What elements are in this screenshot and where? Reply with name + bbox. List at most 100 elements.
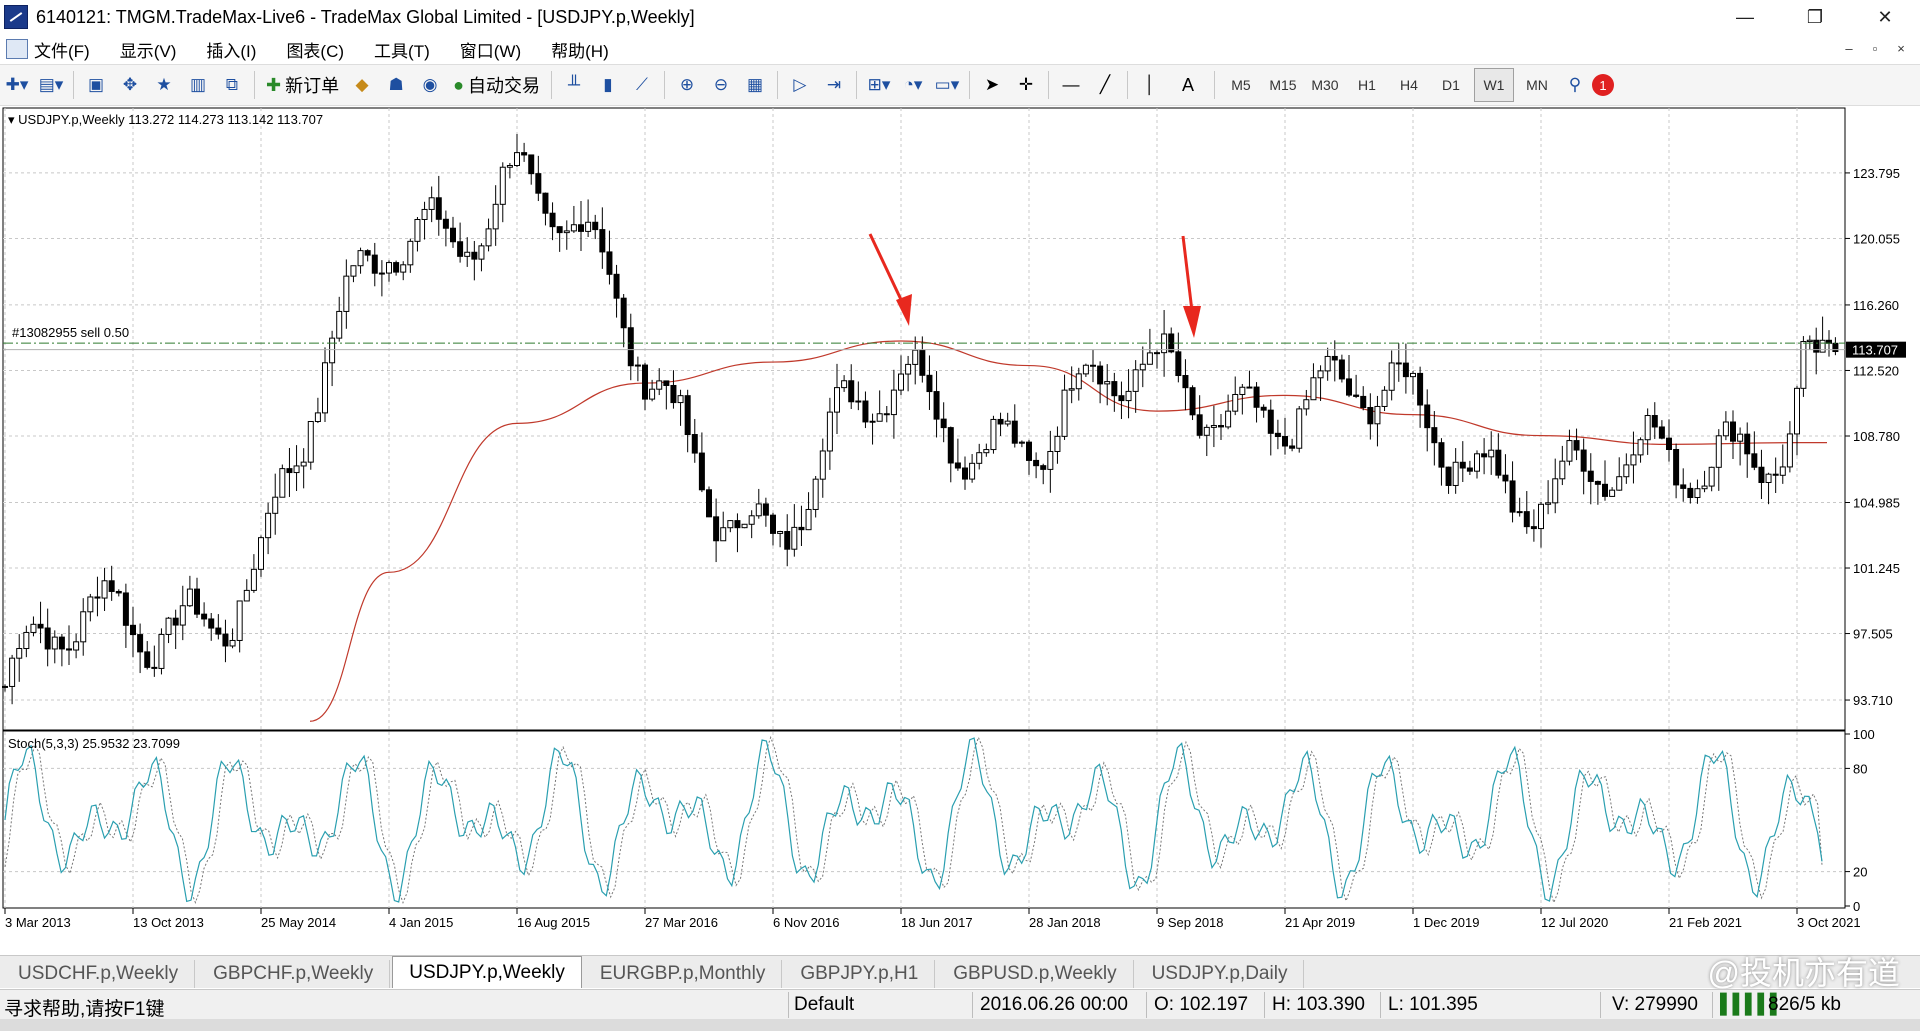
data-window-icon[interactable]: ✥ [115,69,145,101]
candle-body [1474,453,1480,472]
tab-usdchf-weekly[interactable]: USDCHF.p,Weekly [2,960,196,988]
search-icon[interactable]: ⚲ [1560,69,1590,101]
timeframe-w1[interactable]: W1 [1473,68,1514,102]
indicators-icon[interactable]: ⊞▾ [864,69,894,101]
timeframe-mn[interactable]: MN [1518,69,1556,101]
candle-body [791,526,798,550]
menu-view[interactable]: 显示(V) [120,37,177,62]
candle-body [1530,526,1537,530]
candle-body [1296,408,1303,449]
bar-chart-icon[interactable]: ╨ [559,69,589,101]
cursor-icon[interactable]: ➤ [977,69,1007,101]
tab-gbpchf-weekly[interactable]: GBPCHF.p,Weekly [197,960,391,988]
price-pane [2,107,1846,731]
candle-body [1011,420,1018,444]
close-button[interactable]: ✕ [1850,0,1920,34]
trendline-icon[interactable]: ╱ [1090,69,1120,101]
line-chart-icon[interactable]: ⟋ [627,69,657,101]
menu-charts[interactable]: 图表(C) [286,37,344,62]
chart-shift-icon[interactable]: ⇥ [819,69,849,101]
candle-body [1282,436,1288,447]
tab-eurgbp-monthly[interactable]: EURGBP.p,Monthly [584,960,783,988]
candle-body [1104,381,1111,385]
candle-body [115,590,122,594]
chart-svg[interactable]: 123.795 120.055 116.260 112.520 108.780 104.9… [0,106,1920,958]
tile-windows-icon[interactable]: ▦ [740,69,770,101]
candle-body [634,364,641,367]
new-order-button[interactable]: ✚ 新订单 [262,69,343,101]
zoom-in-icon[interactable]: ⊕ [672,69,702,101]
collapse-icon[interactable]: ▾ [8,112,18,127]
mdi-close-button[interactable]: × [1888,38,1914,60]
auto-trading-button[interactable]: ● 自动交易 [449,69,544,101]
candle-body [236,600,243,641]
candle-body [194,588,200,615]
metaeditor-icon[interactable]: ◆ [347,69,377,101]
candle-body [1246,386,1253,389]
tab-usdjpy-daily[interactable]: USDJPY.p,Daily [1136,960,1305,988]
candle-body [1417,372,1424,406]
stoch-pane [2,730,1846,909]
candle-body [1189,387,1196,416]
notification-badge[interactable]: 1 [1591,74,1614,96]
templates-icon[interactable]: ▭▾ [932,69,962,101]
chart-area[interactable]: 123.795 120.055 116.260 112.520 108.780 104.9… [0,106,1920,958]
menu-insert[interactable]: 插入(I) [206,37,256,62]
price-tick-label: 120.055 [1853,231,1900,246]
candle-body [855,400,862,403]
navigator-icon[interactable]: ★ [149,69,179,101]
candle-body [1832,342,1839,353]
mdi-restore-button[interactable]: ▫ [1862,38,1888,60]
candle-body [1694,488,1701,498]
candle-body [876,413,883,422]
auto-scroll-icon[interactable]: ▷ [785,69,815,101]
crosshair-icon[interactable]: ✛ [1011,69,1041,101]
toolbar-separator [254,71,255,99]
periods-icon[interactable]: ◔▾ [898,69,928,101]
text-tool-button[interactable]: A [1169,69,1207,101]
mdi-minimize-button[interactable]: – [1836,38,1862,60]
candle-body [1772,473,1779,476]
new-order-icon: ✚ [266,74,282,95]
candle-body [1182,375,1189,389]
candle-body [1800,341,1807,389]
candlestick-icon[interactable]: ▮ [593,69,623,101]
candle-body [1545,502,1552,505]
candle-body [464,251,471,257]
terminal-icon[interactable]: ▥ [183,69,213,101]
maximize-button[interactable]: ❐ [1780,0,1850,34]
date-tick-label: 18 Jun 2017 [901,915,973,930]
candle-body [1090,364,1096,367]
candle-body [1794,387,1800,435]
tab-gbpjpy-h1[interactable]: GBPJPY.p,H1 [784,960,936,988]
zoom-out-icon[interactable]: ⊖ [706,69,736,101]
horizontal-line-icon[interactable]: — [1056,69,1086,101]
status-separator [1264,992,1265,1018]
stoch-tick-label: 0 [1853,899,1860,914]
timeframe-h1[interactable]: H1 [1348,69,1386,101]
market-icon[interactable]: ◉ [415,69,445,101]
vertical-line-icon[interactable]: │ [1135,69,1165,101]
timeframe-m30[interactable]: M30 [1306,69,1344,101]
profiles-icon[interactable]: ▤▾ [36,69,66,101]
tab-gbpusd-weekly[interactable]: GBPUSD.p,Weekly [937,960,1134,988]
candle-body [1360,395,1367,408]
candle-body [492,203,499,230]
new-chart-icon[interactable]: ✚▾ [2,69,32,101]
menu-help[interactable]: 帮助(H) [551,37,609,62]
market-watch-icon[interactable]: ▣ [81,69,111,101]
candle-body [862,400,869,423]
timeframe-m5[interactable]: M5 [1222,69,1260,101]
menu-tools[interactable]: 工具(T) [374,37,430,62]
chart-window-icon[interactable] [6,39,28,59]
strategy-tester-icon[interactable]: ⧉ [217,69,247,101]
signals-icon[interactable]: ☗ [381,69,411,101]
timeframe-h4[interactable]: H4 [1390,69,1428,101]
timeframe-d1[interactable]: D1 [1432,69,1470,101]
candle-body [1218,425,1224,428]
timeframe-m15[interactable]: M15 [1264,69,1302,101]
tab-usdjpy-weekly[interactable]: USDJPY.p,Weekly [392,956,582,988]
menu-window[interactable]: 窗口(W) [460,37,521,62]
minimize-button[interactable]: — [1710,0,1780,34]
menu-file[interactable]: 文件(F) [34,37,90,62]
